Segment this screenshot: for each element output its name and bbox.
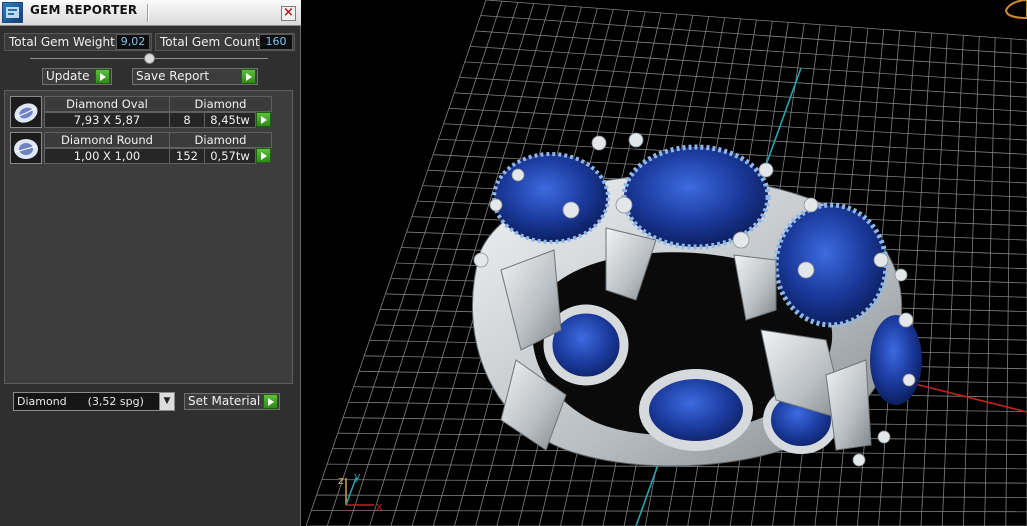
save-report-button[interactable]: Save Report — [132, 68, 258, 85]
ring-model[interactable] — [471, 132, 922, 467]
round-gem-icon — [10, 132, 42, 164]
title-separator — [147, 4, 148, 22]
update-go-icon — [95, 69, 110, 84]
gem-material: Diamond — [169, 96, 272, 112]
gem-reporter-app-icon — [2, 2, 23, 23]
axis-label-z: z — [338, 474, 344, 487]
gem-right-edge — [870, 315, 922, 405]
gem-size: 7,93 X 5,87 — [44, 112, 170, 128]
gem-row-round[interactable]: Diamond Round Diamond 1,00 X 1,00 152 0,… — [10, 132, 272, 164]
gem-size: 1,00 X 1,00 — [44, 148, 170, 164]
gem-count: 8 — [169, 112, 205, 128]
update-button[interactable]: Update — [42, 68, 112, 85]
set-material-button[interactable]: Set Material — [184, 393, 280, 410]
offscreen-object-edge — [1004, 0, 1027, 20]
gem-weight: 0,57tw — [204, 148, 256, 164]
gem-weight: 8,45tw — [204, 112, 256, 128]
material-dropdown[interactable]: Diamond (3,52 spg) ▼ — [13, 392, 175, 411]
chevron-down-icon[interactable]: ▼ — [159, 393, 174, 410]
gem-list[interactable]: Diamond Oval Diamond 7,93 X 5,87 8 8,45t… — [4, 90, 293, 384]
gem-front-center — [639, 369, 753, 451]
window-title: GEM REPORTER — [30, 3, 138, 17]
gem-back-right — [773, 202, 889, 328]
axis-gizmo: z y x — [338, 470, 383, 513]
axis-label-x: x — [376, 500, 383, 513]
gem-shape: Diamond Round — [44, 132, 170, 148]
title-bar[interactable]: GEM REPORTER × — [0, 0, 301, 26]
gem-select-button[interactable] — [256, 148, 271, 163]
panel-slider-handle[interactable] — [144, 53, 155, 64]
gem-row-oval[interactable]: Diamond Oval Diamond 7,93 X 5,87 8 8,45t… — [10, 96, 272, 128]
gem-reporter-panel: GEM REPORTER × Total Gem Weight 9,02 Tot… — [0, 0, 301, 526]
gem-shape: Diamond Oval — [44, 96, 170, 112]
save-report-go-icon — [241, 69, 256, 84]
3d-viewport[interactable]: z y x — [306, 0, 1027, 526]
oval-gem-icon — [10, 96, 42, 128]
gem-material: Diamond — [169, 132, 272, 148]
close-icon: × — [283, 5, 294, 20]
gem-back-left — [492, 152, 610, 244]
viewport-canvas[interactable]: z y x — [306, 0, 1027, 526]
gem-back-center — [621, 144, 771, 250]
axis-label-y: y — [354, 470, 361, 483]
total-gem-count-value: 160 — [259, 34, 293, 50]
total-gem-weight-value: 9,02 — [116, 34, 150, 50]
set-material-go-icon — [263, 394, 278, 409]
gem-select-button[interactable] — [256, 112, 271, 127]
gem-count: 152 — [169, 148, 205, 164]
close-button[interactable]: × — [281, 6, 296, 21]
